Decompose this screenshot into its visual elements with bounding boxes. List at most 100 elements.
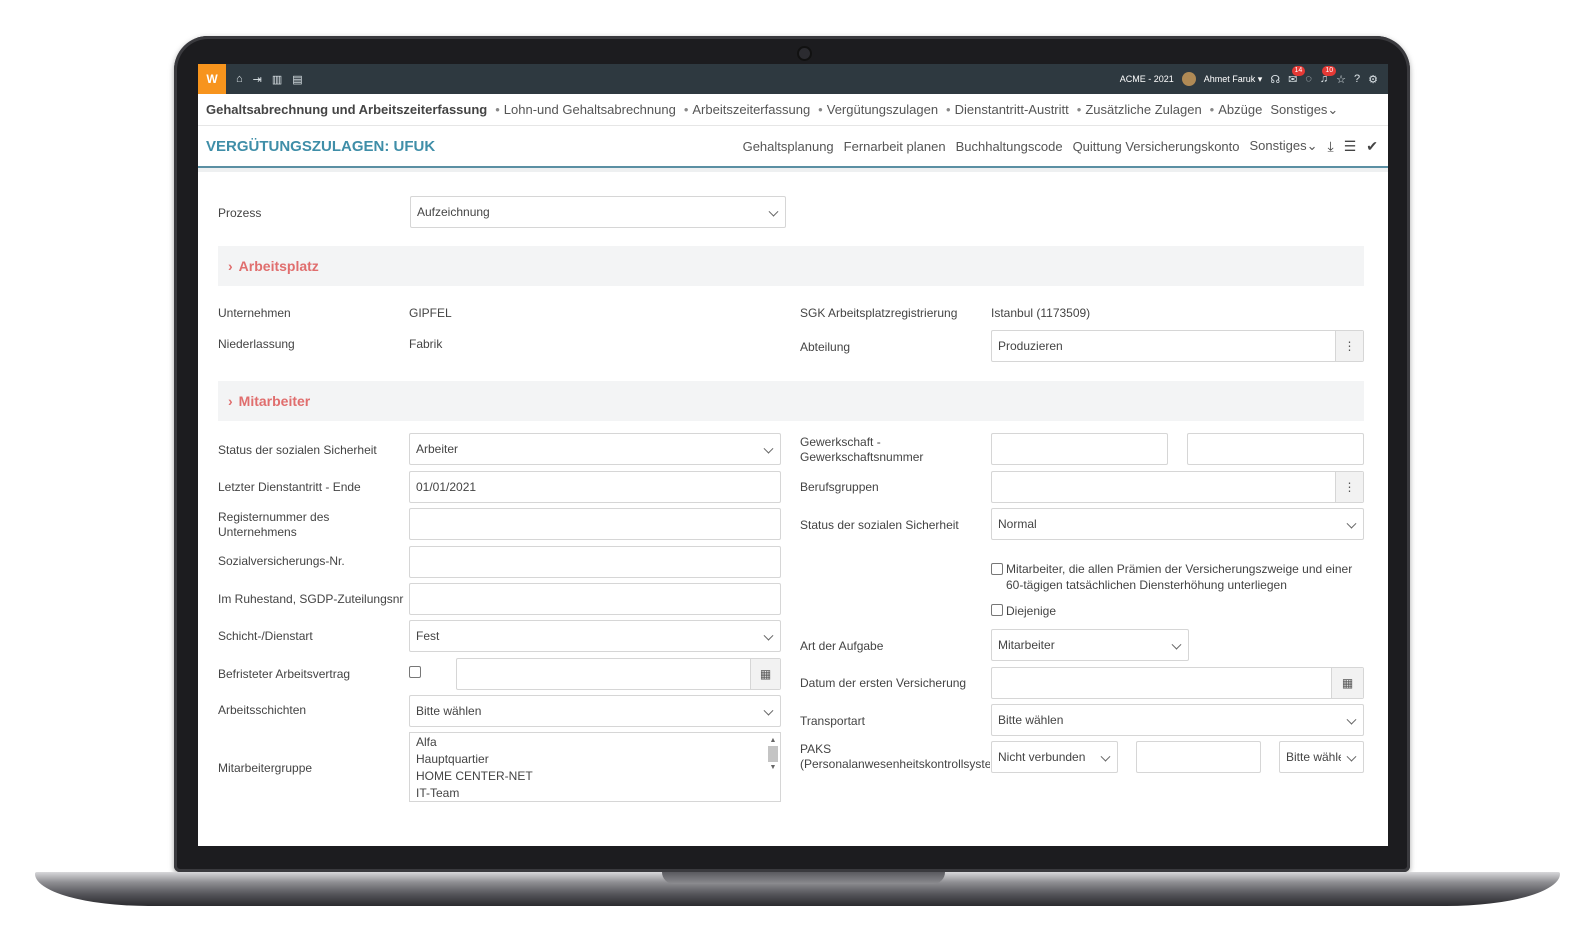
abteilung-label: Abteilung: [800, 340, 851, 354]
niederlassung-label: Niederlassung: [218, 337, 295, 351]
ruhestand-label: Im Ruhestand, SGDP-Zuteilungsnr: [218, 592, 404, 606]
nav-sonstiges[interactable]: Sonstiges⌄: [1270, 102, 1338, 118]
chevron-down-icon: [1171, 639, 1182, 650]
status2-select[interactable]: Normal: [991, 508, 1364, 540]
chart-icon[interactable]: ▥: [272, 73, 282, 86]
schicht-select[interactable]: Fest: [409, 620, 781, 652]
calendar-icon[interactable]: ▦: [750, 659, 780, 689]
paks-status-value: Nicht verbunden: [998, 750, 1086, 764]
nav-arbeitszeit[interactable]: • Arbeitszeiterfassung: [684, 102, 810, 117]
paks-select[interactable]: Bitte wählen: [1279, 741, 1364, 773]
link-gehaltsplanung[interactable]: Gehaltsplanung: [743, 139, 834, 154]
berufsgruppen-label: Berufsgruppen: [800, 480, 879, 494]
scroll-thumb[interactable]: [768, 746, 778, 762]
chevron-down-icon: [1100, 751, 1111, 762]
scroll-up-icon[interactable]: ▲: [768, 736, 778, 745]
nav-gehaltsabrechnung[interactable]: Gehaltsabrechnung und Arbeitszeiterfassu…: [206, 102, 487, 117]
chat-icon[interactable]: ◌: [1305, 73, 1312, 85]
check-icon[interactable]: ✔: [1366, 138, 1378, 155]
transport-value: Bitte wählen: [998, 713, 1064, 727]
premium-checkbox-label: Mitarbeiter, die allen Prämien der Versi…: [1006, 562, 1353, 592]
abteilung-field[interactable]: Produzieren ⋮: [991, 330, 1364, 362]
page-title: VERGÜTUNGSZULAGEN: UFUK: [206, 137, 436, 155]
link-sonstiges[interactable]: Sonstiges⌄: [1250, 138, 1318, 154]
help-icon[interactable]: ?: [1354, 73, 1360, 85]
camera: [797, 46, 812, 61]
status-value: Arbeiter: [416, 442, 459, 456]
diejenige-label: Diejenige: [1006, 604, 1057, 618]
register-input[interactable]: [409, 508, 781, 540]
link-buchhaltungscode[interactable]: Buchhaltungscode: [956, 139, 1063, 154]
nav-lohn[interactable]: • Lohn-und Gehaltsabrechnung: [495, 102, 676, 117]
company-selector[interactable]: ACME - 2021: [1120, 74, 1174, 84]
diejenige-checkbox[interactable]: [991, 604, 1003, 616]
sozial-input[interactable]: [409, 546, 781, 578]
home-icon[interactable]: ⌂: [236, 73, 243, 86]
list-icon[interactable]: ☰: [1344, 138, 1357, 155]
letzter-label: Letzter Dienstantritt - Ende: [218, 480, 361, 494]
nav-abzuege[interactable]: • Abzüge: [1210, 102, 1263, 117]
status-label: Status der sozialen Sicherheit: [218, 443, 377, 457]
paks-label: PAKS (Personalanwesenheitskontrollsystem…: [800, 742, 990, 771]
datum-input[interactable]: ▦: [991, 667, 1364, 699]
unternehmen-value: GIPFEL: [409, 306, 452, 320]
chevron-right-icon: ›: [228, 258, 233, 274]
list-item[interactable]: Alfa: [416, 734, 774, 751]
list-item[interactable]: IT-Team: [416, 785, 774, 801]
premium-checkbox[interactable]: [991, 563, 1003, 575]
settings-icon[interactable]: ⚙: [1368, 73, 1378, 86]
message-badge: 14: [1291, 65, 1306, 76]
logout-icon[interactable]: ⇥: [253, 73, 262, 86]
chevron-down-icon: [768, 206, 779, 217]
paks-status-select[interactable]: Nicht verbunden: [991, 741, 1118, 773]
form-content: Prozess Aufzeichnung › Arbeitsplatz Unter…: [198, 168, 1388, 846]
more-icon[interactable]: ⋮: [1335, 331, 1363, 361]
more-icon[interactable]: ⋮: [1335, 472, 1363, 502]
calendar-icon[interactable]: ▤: [292, 73, 302, 86]
nav-zulagen[interactable]: • Zusätzliche Zulagen: [1077, 102, 1202, 117]
chevron-down-icon: [763, 705, 774, 716]
laptop-mockup: W ⌂ ⇥ ▥ ▤ ACME - 2021 Ahmet Faruk ▾ ☊ ✉ 1…: [0, 0, 1595, 932]
download-icon[interactable]: ⤓: [1328, 138, 1334, 155]
berufsgruppen-field[interactable]: ⋮: [991, 471, 1364, 503]
prozess-select[interactable]: Aufzeichnung: [410, 196, 786, 228]
headset-icon[interactable]: ☊: [1270, 73, 1280, 86]
list-item[interactable]: Hauptquartier: [416, 751, 774, 768]
app-logo[interactable]: W: [198, 64, 226, 94]
gewerkschaft-input[interactable]: [991, 433, 1168, 465]
scroll-down-icon[interactable]: ▼: [768, 763, 778, 772]
befristet-checkbox[interactable]: [409, 666, 421, 678]
transport-select[interactable]: Bitte wählen: [991, 704, 1364, 736]
gewerkschaftsnummer-input[interactable]: [1187, 433, 1364, 465]
avatar[interactable]: [1181, 72, 1196, 86]
list-item[interactable]: HOME CENTER-NET: [416, 768, 774, 785]
user-menu[interactable]: Ahmet Faruk ▾: [1204, 74, 1263, 85]
section-arbeitsplatz[interactable]: › Arbeitsplatz: [218, 246, 1364, 286]
befristet-label: Befristeter Arbeitsvertrag: [218, 667, 351, 681]
section-title: Arbeitsplatz: [238, 258, 319, 274]
nav-verguetung[interactable]: • Vergütungszulagen: [818, 102, 938, 117]
aufgabe-select[interactable]: Mitarbeiter: [991, 629, 1189, 661]
top-bar: W ⌂ ⇥ ▥ ▤ ACME - 2021 Ahmet Faruk ▾ ☊ ✉ 1…: [198, 64, 1388, 94]
star-icon[interactable]: ☆: [1336, 73, 1346, 86]
register-label: Registernummer des Unternehmens: [218, 510, 330, 539]
befristet-date-input[interactable]: ▦: [456, 658, 781, 690]
section-mitarbeiter[interactable]: › Mitarbeiter: [218, 381, 1364, 421]
arbeitsschichten-label: Arbeitsschichten: [218, 703, 307, 717]
nav-dienstantritt[interactable]: • Dienstantritt-Austritt: [946, 102, 1069, 117]
calendar-icon[interactable]: ▦: [1331, 668, 1363, 698]
message-icon[interactable]: ✉ 14: [1288, 65, 1306, 86]
paks-input[interactable]: [1136, 741, 1261, 773]
status-select[interactable]: Arbeiter: [409, 433, 781, 465]
bell-icon[interactable]: ♫ 10: [1320, 66, 1337, 85]
letzter-input[interactable]: 01/01/2021: [409, 471, 781, 503]
chevron-down-icon: [1346, 751, 1357, 762]
scrollbar[interactable]: ▲ ▼: [768, 736, 778, 796]
ruhestand-input[interactable]: [409, 583, 781, 615]
abteilung-value: Produzieren: [998, 339, 1063, 353]
link-fernarbeit[interactable]: Fernarbeit planen: [844, 139, 946, 154]
link-quittung[interactable]: Quittung Versicherungskonto: [1073, 139, 1240, 154]
arbeitsschichten-select[interactable]: Bitte wählen: [409, 695, 781, 727]
gruppe-listbox[interactable]: Alfa Hauptquartier HOME CENTER-NET IT-Te…: [409, 732, 781, 802]
chevron-down-icon: [1346, 518, 1357, 529]
